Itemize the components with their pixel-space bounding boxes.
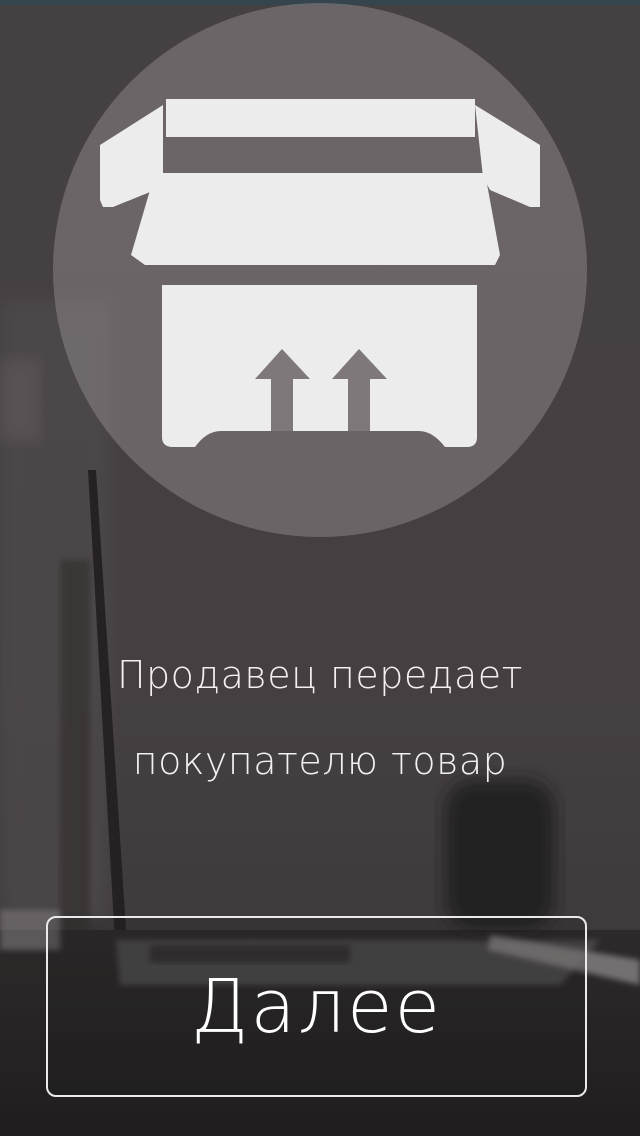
next-button-label: Далее bbox=[190, 963, 443, 1050]
next-button[interactable]: Далее bbox=[46, 916, 587, 1097]
onboarding-screen: Продавец передает покупателю товар Далее bbox=[0, 0, 640, 1136]
caption-line-2: покупателю товар bbox=[132, 739, 508, 783]
open-box-icon bbox=[100, 99, 540, 447]
caption-line-1: Продавец передает bbox=[116, 653, 524, 697]
onboarding-caption: Продавец передает покупателю товар bbox=[0, 632, 640, 804]
